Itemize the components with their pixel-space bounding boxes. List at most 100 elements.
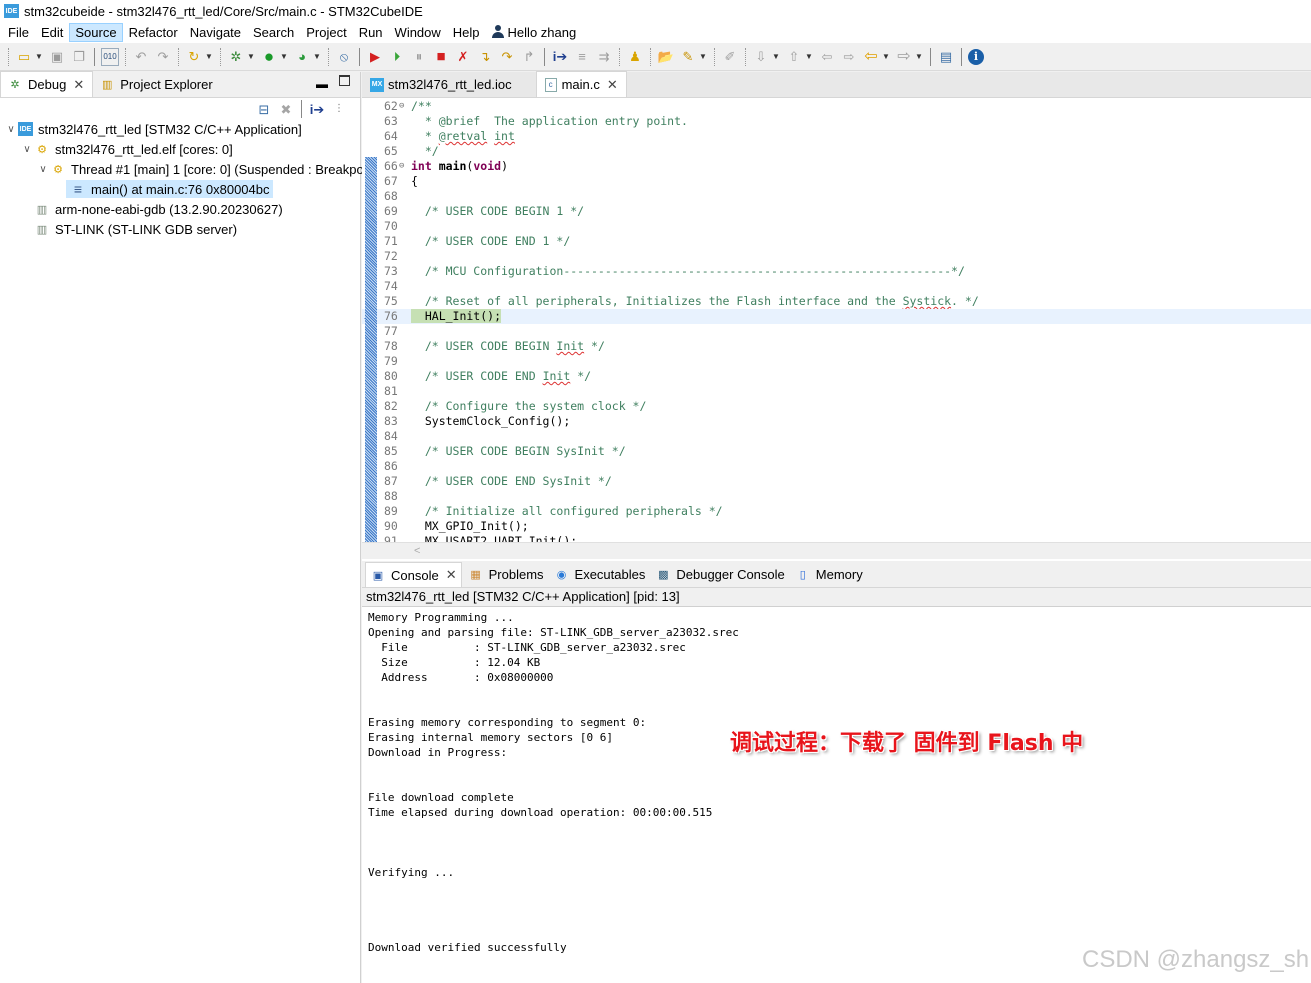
tab-memory[interactable]: ▯ Memory — [791, 567, 867, 583]
code-line[interactable]: 80 /* USER CODE END Init */ — [362, 369, 1311, 384]
forward-dropdown-icon[interactable]: ▼ — [915, 52, 923, 61]
chevron-down-icon[interactable]: ∨ — [36, 164, 50, 175]
last-edit-icon[interactable]: ⇦ — [818, 48, 836, 66]
forward-icon[interactable]: ⇨ — [895, 48, 913, 66]
debug-icon[interactable]: ✲ — [227, 48, 245, 66]
pen-icon[interactable]: ✎ — [679, 48, 697, 66]
external-tools-icon[interactable]: ◕ — [293, 48, 311, 66]
code-line[interactable]: 64 * @retval int — [362, 129, 1311, 144]
prev-annotation-dropdown-icon[interactable]: ▼ — [805, 52, 813, 61]
instruction-stepping-icon[interactable]: i➔ — [308, 100, 326, 118]
code-line[interactable]: 79 — [362, 354, 1311, 369]
pen-dropdown-icon[interactable]: ▼ — [699, 52, 707, 61]
suspend-icon[interactable]: ⏸ — [410, 48, 428, 66]
info-icon[interactable]: i — [968, 48, 984, 65]
maximize-icon[interactable] — [339, 75, 350, 86]
use-step-filters-icon[interactable]: ⇉ — [595, 48, 613, 66]
tab-debugger-console[interactable]: ▩ Debugger Console — [651, 567, 788, 583]
save-icon[interactable]: ▣ — [48, 48, 66, 66]
fold-toggle-icon[interactable]: ⊖ — [399, 99, 404, 114]
horizontal-scrollbar[interactable]: < — [362, 542, 1311, 559]
debug-dropdown-icon[interactable]: ▼ — [247, 52, 255, 61]
step-into-icon[interactable]: ↴ — [476, 48, 494, 66]
prev-annotation-icon[interactable]: ⇧ — [785, 48, 803, 66]
relaunch-dropdown-icon[interactable]: ▼ — [205, 52, 213, 61]
chevron-down-icon[interactable]: ∨ — [4, 124, 18, 135]
menu-search[interactable]: Search — [247, 23, 300, 42]
code-editor[interactable]: 62 ⊖/** 63 * @brief The application entry … — [362, 99, 1311, 542]
code-line[interactable]: 77 — [362, 324, 1311, 339]
relaunch-icon[interactable]: ↻ — [185, 48, 203, 66]
terminate-icon[interactable]: ■ — [432, 48, 450, 66]
scroll-left-icon[interactable]: < — [414, 545, 420, 557]
code-line[interactable]: 69 /* USER CODE BEGIN 1 */ — [362, 204, 1311, 219]
tree-item-stack-frame[interactable]: ≡ main() at main.c:76 0x80004bc — [66, 179, 274, 199]
back-icon[interactable]: ⇦ — [862, 48, 880, 66]
menu-help[interactable]: Help — [447, 23, 486, 42]
tree-item-gdb[interactable]: ▥ arm-none-eabi-gdb (13.2.90.20230627) — [34, 199, 283, 219]
tab-executables[interactable]: ◉ Executables — [550, 567, 650, 583]
tab-ioc-file[interactable]: MX stm32l476_rtt_led.ioc — [362, 72, 520, 97]
code-line[interactable]: 63 * @brief The application entry point. — [362, 114, 1311, 129]
new-icon[interactable]: ▭ — [15, 48, 33, 66]
code-line[interactable]: 81 — [362, 384, 1311, 399]
code-line[interactable]: 85 /* USER CODE BEGIN SysInit */ — [362, 444, 1311, 459]
code-line[interactable]: 82 /* Configure the system clock */ — [362, 399, 1311, 414]
drop-to-frame-icon[interactable]: ≡ — [573, 48, 591, 66]
tab-main-c[interactable]: c main.c ✕ — [535, 71, 627, 97]
next-annotation-dropdown-icon[interactable]: ▼ — [772, 52, 780, 61]
menu-refactor[interactable]: Refactor — [123, 23, 184, 42]
instruction-stepping-icon[interactable]: i➔ — [551, 48, 569, 66]
menu-window[interactable]: Window — [389, 23, 447, 42]
tree-item-process[interactable]: ∨ ⚙ stm32l476_rtt_led.elf [cores: 0] — [20, 139, 232, 159]
code-line[interactable]: 89 /* Initialize all configured peripher… — [362, 504, 1311, 519]
redo-icon[interactable]: ↷ — [154, 48, 172, 66]
minimize-icon[interactable]: ▬ — [316, 77, 328, 91]
run-dropdown-icon[interactable]: ▼ — [280, 52, 288, 61]
code-line[interactable]: 87 /* USER CODE END SysInit */ — [362, 474, 1311, 489]
fold-toggle-icon[interactable]: ⊖ — [399, 159, 404, 174]
code-line[interactable]: 67 { — [362, 174, 1311, 189]
code-line[interactable]: 72 — [362, 249, 1311, 264]
disconnect-icon[interactable]: ✗ — [454, 48, 472, 66]
code-line[interactable]: 86 — [362, 459, 1311, 474]
next-annotation-icon[interactable]: ⇩ — [752, 48, 770, 66]
tree-item-launch[interactable]: ∨ IDE stm32l476_rtt_led [STM32 C/C++ App… — [4, 119, 301, 139]
next-edit-icon[interactable]: ⇨ — [840, 48, 858, 66]
menu-edit[interactable]: Edit — [35, 23, 69, 42]
code-line[interactable]: 73 /* MCU Configuration-----------------… — [362, 264, 1311, 279]
code-line[interactable]: 88 — [362, 489, 1311, 504]
code-line[interactable]: 65 */ — [362, 144, 1311, 159]
tree-item-thread[interactable]: ∨ ⚙ Thread #1 [main] 1 [core: 0] (Suspen… — [36, 159, 381, 179]
tree-item-gdb-server[interactable]: ▥ ST-LINK (ST-LINK GDB server) — [34, 219, 237, 239]
probe-icon[interactable]: ♟ — [626, 48, 644, 66]
step-over-icon[interactable]: ↷ — [498, 48, 516, 66]
edit-icon[interactable]: ✐ — [721, 48, 739, 66]
code-line[interactable]: ➜76 HAL_Init(); — [362, 309, 1311, 325]
tab-problems[interactable]: ▦ Problems — [464, 567, 548, 583]
user-menu[interactable]: Hello zhang — [486, 23, 583, 42]
open-project-icon[interactable]: 📂 — [657, 48, 675, 66]
code-line[interactable]: 91 MX_USART2_UART_Init(); — [362, 534, 1311, 542]
chevron-down-icon[interactable]: ∨ — [20, 144, 34, 155]
view-menu-icon[interactable]: ⋮ — [330, 100, 348, 118]
resume-icon[interactable]: ⏵ — [388, 48, 406, 66]
tab-project-explorer[interactable]: ▥ Project Explorer — [93, 72, 220, 97]
external-tools-dropdown-icon[interactable]: ▼ — [313, 52, 321, 61]
menu-file[interactable]: File — [2, 23, 35, 42]
menu-run[interactable]: Run — [353, 23, 389, 42]
skip-breakpoints-icon[interactable]: ⦸ — [335, 48, 353, 66]
terminate-relaunch-icon[interactable]: ▶ — [366, 48, 384, 66]
code-line[interactable]: 75 /* Reset of all peripherals, Initiali… — [362, 294, 1311, 309]
tab-console[interactable]: ▣ Console ✕ — [365, 562, 462, 587]
code-line[interactable]: 74 — [362, 279, 1311, 294]
remove-terminated-icon[interactable]: ✖ — [277, 100, 295, 118]
code-line[interactable]: 83 SystemClock_Config(); — [362, 414, 1311, 429]
back-dropdown-icon[interactable]: ▼ — [882, 52, 890, 61]
new-dropdown-icon[interactable]: ▼ — [35, 52, 43, 61]
close-icon[interactable]: ✕ — [607, 77, 618, 93]
close-icon[interactable]: ✕ — [73, 77, 84, 93]
save-all-icon[interactable]: ❐ — [70, 48, 88, 66]
code-line[interactable]: 62 ⊖/** — [362, 99, 1311, 114]
menu-project[interactable]: Project — [300, 23, 352, 42]
